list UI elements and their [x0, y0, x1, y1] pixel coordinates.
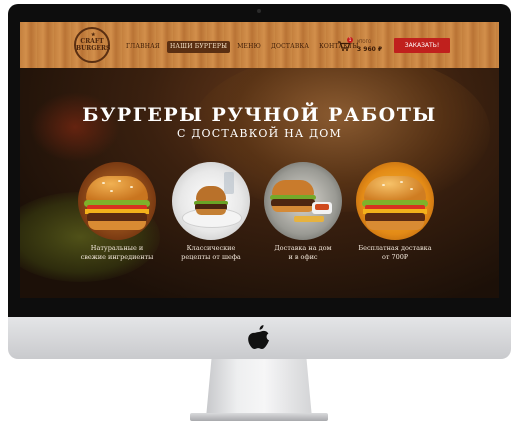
feature-natural-ingredients: Натуральные и свежие ингредиенты: [72, 162, 162, 262]
hero-subtitle: С ДОСТАВКОЙ НА ДОМ: [177, 127, 342, 140]
feature-1-line-1: Натуральные и: [90, 244, 144, 252]
nav-item-our-burgers[interactable]: НАШИ БУРГЕРЫ: [166, 41, 231, 53]
logo-line-1: CRAFT: [80, 38, 104, 45]
cart-total-label: ИТОГО: [357, 39, 372, 44]
website-screen: ★ CRAFT BURGERS ГЛАВНАЯ НАШИ БУРГЕРЫ МЕН…: [20, 22, 499, 298]
logo-star-icon: ★: [91, 32, 96, 38]
nav-item-delivery[interactable]: ДОСТАВКА: [268, 41, 312, 53]
hero-title: БУРГЕРЫ РУЧНОЙ РАБОТЫ: [82, 104, 437, 126]
craft-burgers-logo[interactable]: ★ CRAFT BURGERS: [74, 27, 110, 63]
feature-4-line-1: Бесплатная доставка: [358, 244, 432, 252]
main-nav: ГЛАВНАЯ НАШИ БУРГЕРЫ МЕНЮ ДОСТАВКА КОНТА…: [123, 41, 362, 53]
feature-3-line-2: и в офис: [288, 253, 318, 261]
camera-icon: [257, 9, 261, 13]
burger-orange-photo-icon: [356, 162, 434, 240]
feature-3-line-1: Доставка на дом: [274, 244, 332, 252]
order-button[interactable]: ЗАКАЗАТЬ!: [394, 38, 450, 53]
feature-2-line-2: рецепты от шефа: [181, 253, 241, 261]
apple-logo-icon: [248, 325, 269, 349]
burger-fries-photo-icon: [264, 162, 342, 240]
cart-count-badge: 1: [347, 37, 353, 43]
feature-classic-recipes: Классические рецепты от шефа: [166, 162, 256, 262]
feature-free-delivery: Бесплатная доставка от 700₽: [350, 162, 440, 262]
feature-2-line-1: Классические: [186, 244, 236, 252]
burger-plate-photo-icon: [172, 162, 250, 240]
burger-photo-icon: [78, 162, 156, 240]
cart-total-value: 3 960 ₽: [357, 46, 383, 53]
logo-line-2: BURGERS: [76, 45, 111, 52]
feature-4-line-2: от 700₽: [381, 253, 409, 261]
site-header: ★ CRAFT BURGERS ГЛАВНАЯ НАШИ БУРГЕРЫ МЕН…: [20, 22, 499, 68]
feature-1-line-2: свежие ингредиенты: [80, 253, 154, 261]
monitor-stand: [206, 359, 312, 417]
monitor-stand-base: [190, 413, 328, 421]
nav-item-home[interactable]: ГЛАВНАЯ: [123, 41, 163, 53]
feature-delivery: Доставка на дом и в офис: [258, 162, 348, 262]
nav-item-menu[interactable]: МЕНЮ: [234, 41, 264, 53]
